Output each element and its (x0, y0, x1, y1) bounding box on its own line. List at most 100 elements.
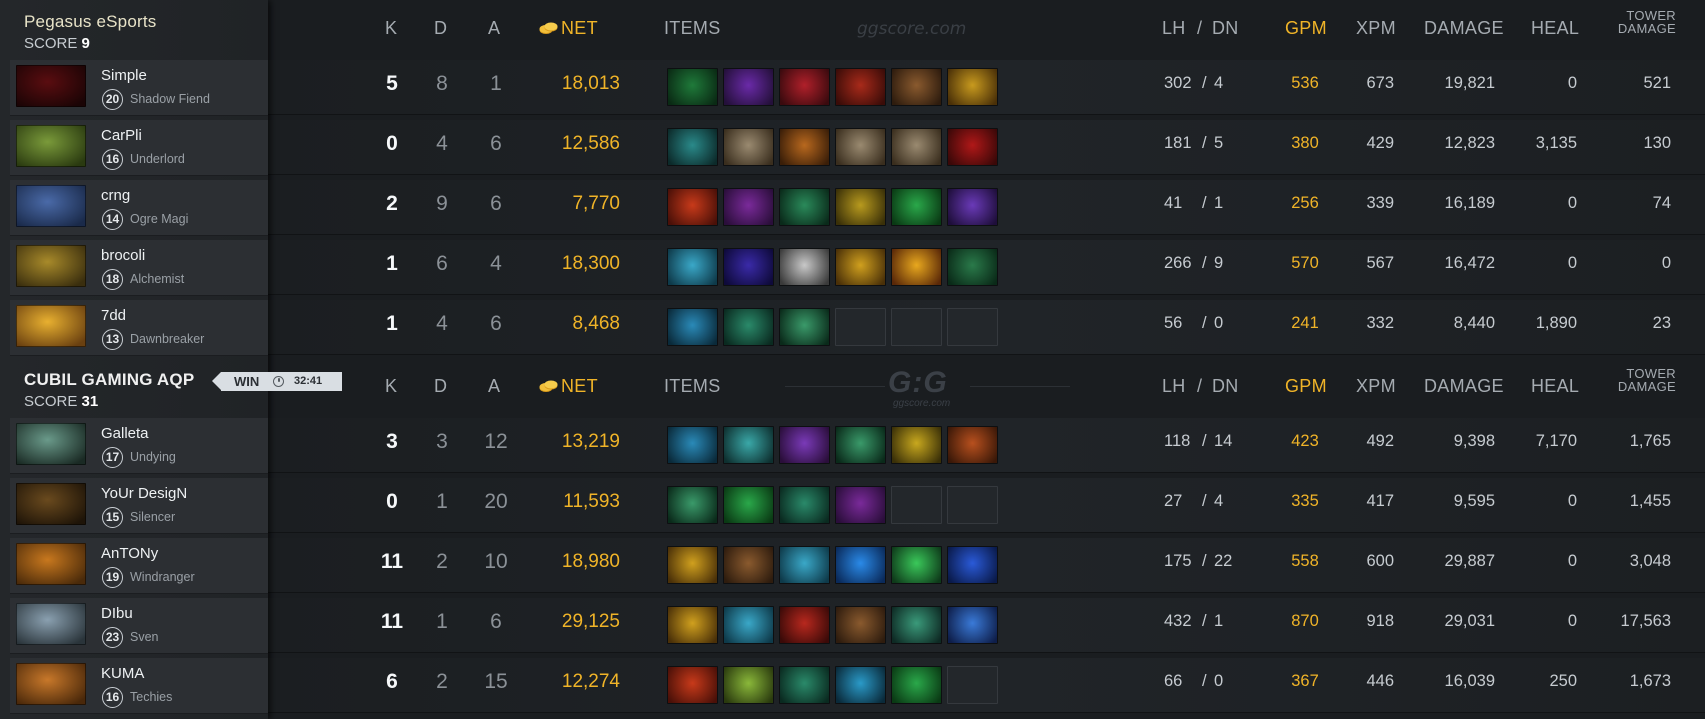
hero-portrait[interactable] (16, 663, 86, 705)
item-icon[interactable] (947, 188, 998, 226)
player-name[interactable]: Galleta (101, 425, 149, 442)
header-a[interactable]: A (488, 376, 500, 397)
item-icon[interactable] (667, 308, 718, 346)
item-icon[interactable] (947, 128, 998, 166)
player-name[interactable]: Simple (101, 67, 147, 84)
item-icon[interactable] (723, 188, 774, 226)
player-name[interactable]: brocoli (101, 247, 145, 264)
item-icon[interactable] (723, 128, 774, 166)
item-icon[interactable] (779, 188, 830, 226)
header-lh[interactable]: LH (1162, 18, 1186, 39)
header-k[interactable]: K (385, 376, 397, 397)
item-icon[interactable] (723, 308, 774, 346)
item-icon[interactable] (723, 248, 774, 286)
player-card[interactable]: CarPli 16 Underlord (10, 120, 268, 176)
hero-portrait[interactable] (16, 125, 86, 167)
item-icon[interactable] (779, 68, 830, 106)
item-icon[interactable] (667, 666, 718, 704)
hero-portrait[interactable] (16, 543, 86, 585)
item-icon[interactable] (667, 188, 718, 226)
hero-portrait[interactable] (16, 65, 86, 107)
hero-portrait[interactable] (16, 603, 86, 645)
item-icon[interactable] (947, 606, 998, 644)
item-icon[interactable] (835, 426, 886, 464)
item-icon[interactable] (835, 68, 886, 106)
item-icon[interactable] (891, 128, 942, 166)
item-icon[interactable] (947, 546, 998, 584)
header-net[interactable]: NET (561, 376, 598, 397)
player-name[interactable]: 7dd (101, 307, 126, 324)
player-card[interactable]: crng 14 Ogre Magi (10, 180, 268, 236)
item-icon[interactable] (835, 486, 886, 524)
item-icon[interactable] (891, 606, 942, 644)
header-net[interactable]: NET (561, 18, 598, 39)
header-damage[interactable]: DAMAGE (1424, 376, 1504, 397)
item-icon[interactable] (779, 666, 830, 704)
header-dn[interactable]: DN (1212, 376, 1239, 397)
item-icon[interactable] (835, 128, 886, 166)
player-name[interactable]: DIbu (101, 605, 133, 622)
header-lh[interactable]: LH (1162, 376, 1186, 397)
hero-portrait[interactable] (16, 305, 86, 347)
item-icon[interactable] (779, 308, 830, 346)
player-card[interactable]: 7dd 13 Dawnbreaker (10, 300, 268, 356)
header-d[interactable]: D (434, 18, 447, 39)
item-icon[interactable] (891, 248, 942, 286)
item-icon[interactable] (667, 128, 718, 166)
header-gpm[interactable]: GPM (1285, 376, 1327, 397)
item-icon[interactable] (779, 426, 830, 464)
player-card[interactable]: AnTONy 19 Windranger (10, 538, 268, 594)
header-xpm[interactable]: XPM (1356, 18, 1396, 39)
header-dn[interactable]: DN (1212, 18, 1239, 39)
item-icon[interactable] (835, 546, 886, 584)
header-damage[interactable]: DAMAGE (1424, 18, 1504, 39)
player-card[interactable]: Galleta 17 Undying (10, 418, 268, 474)
item-icon[interactable] (891, 426, 942, 464)
header-xpm[interactable]: XPM (1356, 376, 1396, 397)
player-card[interactable]: KUMA 16 Techies (10, 658, 268, 714)
item-icon[interactable] (835, 248, 886, 286)
item-icon[interactable] (947, 426, 998, 464)
hero-portrait[interactable] (16, 185, 86, 227)
item-icon[interactable] (667, 546, 718, 584)
item-icon[interactable] (835, 188, 886, 226)
item-icon[interactable] (891, 188, 942, 226)
item-icon[interactable] (723, 68, 774, 106)
item-icon[interactable] (667, 426, 718, 464)
player-name[interactable]: KUMA (101, 665, 144, 682)
item-icon[interactable] (667, 486, 718, 524)
header-gpm[interactable]: GPM (1285, 18, 1327, 39)
header-k[interactable]: K (385, 18, 397, 39)
hero-portrait[interactable] (16, 483, 86, 525)
item-icon[interactable] (723, 486, 774, 524)
header-heal[interactable]: HEAL (1531, 18, 1579, 39)
player-name[interactable]: AnTONy (101, 545, 158, 562)
player-card[interactable]: DIbu 23 Sven (10, 598, 268, 654)
player-name[interactable]: YoUr DesigN (101, 485, 187, 502)
item-icon[interactable] (779, 486, 830, 524)
item-icon[interactable] (947, 68, 998, 106)
item-icon[interactable] (723, 606, 774, 644)
item-icon[interactable] (779, 546, 830, 584)
item-icon[interactable] (835, 666, 886, 704)
player-name[interactable]: CarPli (101, 127, 142, 144)
item-icon[interactable] (947, 248, 998, 286)
header-tower-damage[interactable]: TOWER DAMAGE (1612, 367, 1676, 393)
item-icon[interactable] (891, 68, 942, 106)
player-name[interactable]: crng (101, 187, 130, 204)
item-icon[interactable] (723, 426, 774, 464)
item-icon[interactable] (667, 248, 718, 286)
item-icon[interactable] (779, 606, 830, 644)
hero-portrait[interactable] (16, 423, 86, 465)
player-card[interactable]: brocoli 18 Alchemist (10, 240, 268, 296)
header-d[interactable]: D (434, 376, 447, 397)
item-icon[interactable] (891, 546, 942, 584)
header-a[interactable]: A (488, 18, 500, 39)
item-icon[interactable] (667, 68, 718, 106)
item-icon[interactable] (835, 606, 886, 644)
item-icon[interactable] (779, 128, 830, 166)
player-card[interactable]: Simple 20 Shadow Fiend (10, 60, 268, 116)
item-icon[interactable] (723, 666, 774, 704)
hero-portrait[interactable] (16, 245, 86, 287)
player-card[interactable]: YoUr DesigN 15 Silencer (10, 478, 268, 534)
